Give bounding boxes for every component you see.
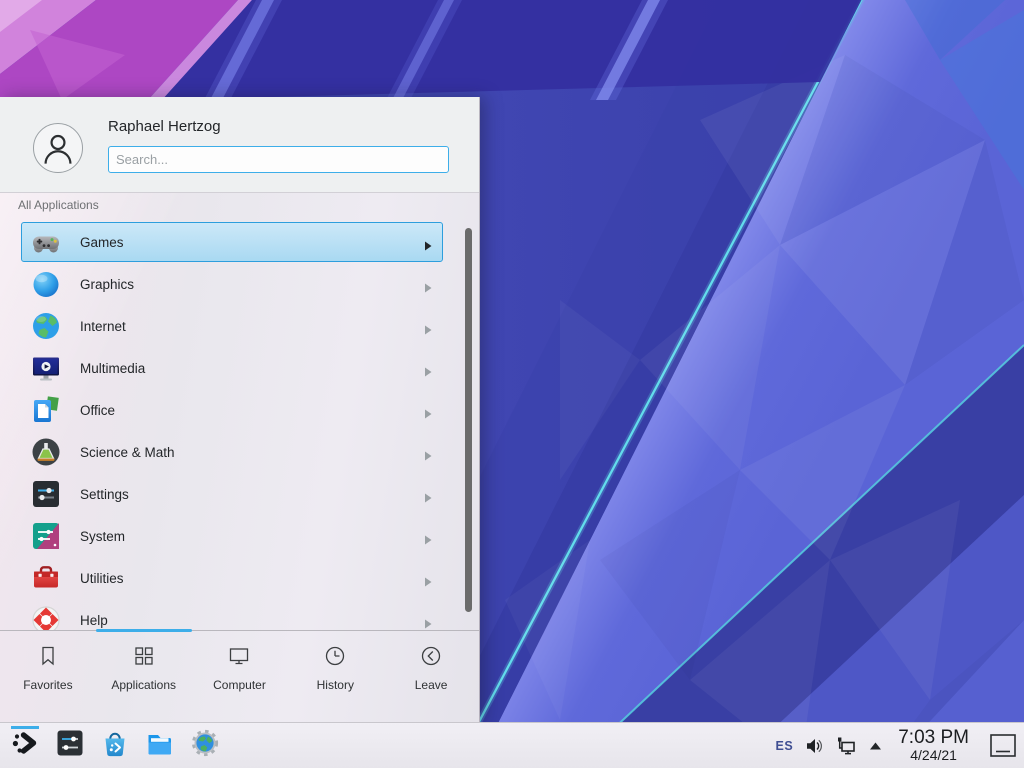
submenu-arrow-icon <box>424 364 432 374</box>
clock-time: 7:03 PM <box>898 728 969 748</box>
taskbar-launchers <box>0 726 224 766</box>
submenu-arrow-icon <box>424 280 432 290</box>
volume-icon[interactable] <box>804 736 824 756</box>
user-avatar-icon <box>33 123 83 173</box>
sphere-icon <box>30 268 62 300</box>
documents-icon <box>30 394 62 426</box>
search-input[interactable] <box>108 146 449 173</box>
category-label: Internet <box>80 319 126 334</box>
tab-label: Favorites <box>23 678 72 692</box>
category-label: Multimedia <box>80 361 145 376</box>
flask-icon <box>30 436 62 468</box>
category-label: Science & Math <box>80 445 175 460</box>
bookmark-icon <box>36 644 60 673</box>
category-label: System <box>80 529 125 544</box>
clock-icon <box>323 644 347 673</box>
globe-icon <box>30 310 62 342</box>
category-label: Games <box>80 235 124 250</box>
submenu-arrow-icon <box>424 532 432 542</box>
web-browser-icon <box>190 728 220 763</box>
grid-icon <box>132 644 156 673</box>
system-sliders-icon <box>30 520 62 552</box>
launcher-footer: Favorites Applications Computer <box>0 630 479 722</box>
application-launcher-button[interactable] <box>6 726 44 766</box>
active-tab-indicator <box>96 629 192 632</box>
tab-applications[interactable]: Applications <box>96 644 192 722</box>
leave-icon <box>419 644 443 673</box>
file-manager-icon <box>145 728 175 763</box>
network-icon[interactable] <box>835 735 857 757</box>
show-desktop-button[interactable] <box>988 731 1018 761</box>
tab-favorites[interactable]: Favorites <box>0 644 96 722</box>
submenu-arrow-icon <box>424 238 432 248</box>
category-multimedia[interactable]: Multimedia <box>21 348 443 388</box>
web-browser-button[interactable] <box>186 726 224 766</box>
desktop: Raphael Hertzog All Applications <box>0 0 1024 768</box>
computer-icon <box>227 644 251 673</box>
category-graphics[interactable]: Graphics <box>21 264 443 304</box>
category-label: Graphics <box>80 277 134 292</box>
tab-label: Computer <box>213 678 266 692</box>
scrollbar[interactable] <box>465 228 472 612</box>
submenu-arrow-icon <box>424 322 432 332</box>
submenu-arrow-icon <box>424 448 432 458</box>
tab-label: Applications <box>111 678 176 692</box>
tab-history[interactable]: History <box>287 644 383 722</box>
category-help[interactable]: Help <box>21 600 443 630</box>
category-list: Games Graphics <box>0 222 479 630</box>
keyboard-layout-indicator[interactable]: ES <box>776 739 794 753</box>
lifebuoy-icon <box>30 604 62 630</box>
submenu-arrow-icon <box>424 616 432 626</box>
category-office[interactable]: Office <box>21 390 443 430</box>
tab-computer[interactable]: Computer <box>192 644 288 722</box>
system-settings-icon <box>55 728 85 763</box>
system-tray: ES 7:03 PM <box>776 728 1024 763</box>
toolbox-icon <box>30 562 62 594</box>
clock-date: 4/24/21 <box>898 748 969 763</box>
tab-label: Leave <box>415 678 448 692</box>
submenu-arrow-icon <box>424 490 432 500</box>
application-launcher-menu: Raphael Hertzog All Applications <box>0 97 480 722</box>
submenu-arrow-icon <box>424 406 432 416</box>
category-utilities[interactable]: Utilities <box>21 558 443 598</box>
submenu-arrow-icon <box>424 574 432 584</box>
category-label: Settings <box>80 487 129 502</box>
system-settings-button[interactable] <box>51 726 89 766</box>
category-label: Office <box>80 403 115 418</box>
taskbar: ES 7:03 PM <box>0 722 1024 768</box>
digital-clock[interactable]: 7:03 PM 4/24/21 <box>898 728 969 763</box>
discover-store-button[interactable] <box>96 726 134 766</box>
monitor-play-icon <box>30 352 62 384</box>
expand-tray-arrow-icon[interactable] <box>868 740 883 751</box>
tab-label: History <box>317 678 354 692</box>
category-internet[interactable]: Internet <box>21 306 443 346</box>
active-launcher-indicator <box>11 726 39 729</box>
user-name: Raphael Hertzog <box>108 118 221 135</box>
sliders-icon <box>30 478 62 510</box>
category-science-math[interactable]: Science & Math <box>21 432 443 472</box>
category-settings[interactable]: Settings <box>21 474 443 514</box>
category-system[interactable]: System <box>21 516 443 556</box>
kickoff-launcher-icon <box>10 728 40 763</box>
category-games[interactable]: Games <box>21 222 443 262</box>
discover-store-icon <box>100 728 130 763</box>
tab-leave[interactable]: Leave <box>383 644 479 722</box>
file-manager-button[interactable] <box>141 726 179 766</box>
section-label: All Applications <box>18 198 99 212</box>
category-label: Help <box>80 613 108 628</box>
launcher-header: Raphael Hertzog <box>0 97 479 193</box>
category-label: Utilities <box>80 571 124 586</box>
gamepad-icon <box>30 226 62 258</box>
